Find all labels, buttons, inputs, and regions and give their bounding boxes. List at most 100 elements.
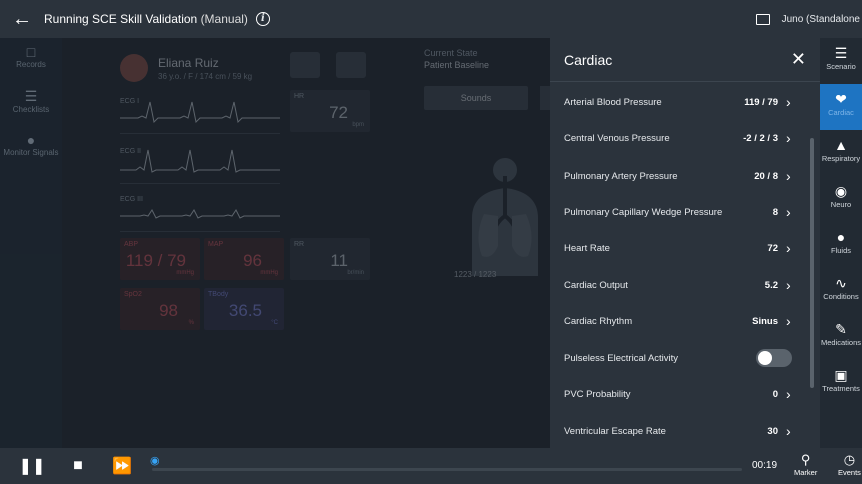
map-value: 96 (243, 251, 262, 270)
monitor-signals-icon: ● (26, 132, 36, 148)
chevron-right-icon: › (786, 168, 791, 184)
top-bar: ← Running SCE Skill Validation (Manual) … (0, 0, 862, 38)
row-pcwp[interactable]: Pulmonary Capillary Wedge Pressure 8 › (550, 194, 810, 230)
rr-label: RR (294, 241, 305, 248)
checklist-icon: ☰ (24, 88, 38, 104)
info-icon[interactable]: i (255, 12, 270, 26)
chevron-right-icon: › (786, 386, 791, 402)
fast-forward-icon[interactable]: ⏩ (104, 456, 140, 476)
body-lungs-icon (472, 158, 538, 276)
timeline-track[interactable] (152, 468, 742, 471)
row-value: 8 (772, 206, 778, 218)
marker-button[interactable]: ⚲ Marker (794, 452, 817, 477)
marker-label: Marker (794, 468, 818, 477)
row-pulmonary-artery-pressure[interactable]: Pulmonary Artery Pressure 20 / 8 › (550, 158, 810, 194)
layout-button[interactable] (290, 52, 320, 78)
nav-treatments[interactable]: ▣ Treatments (820, 360, 862, 406)
close-icon[interactable]: ✕ (791, 49, 806, 70)
rr-box[interactable]: RR 11 br/min (290, 238, 370, 280)
row-pvc-probability[interactable]: PVC Probability 0 › (550, 376, 810, 412)
drop-icon: ● (836, 229, 846, 245)
stop-icon[interactable]: ■ (60, 457, 96, 475)
row-cardiac-rhythm[interactable]: Cardiac Rhythm Sinus › (550, 303, 810, 339)
spo2-box[interactable]: SpO2 98 % (120, 288, 200, 330)
panel-scrollbar[interactable] (810, 138, 814, 388)
tbody-box[interactable]: TBody 36.5 °C (204, 288, 284, 330)
row-label: Pulmonary Artery Pressure (564, 170, 678, 182)
sounds-button[interactable]: Sounds (424, 86, 528, 110)
row-value: Sinus (752, 315, 778, 327)
patient-header: Eliana Ruiz 36 y.o. / F / 174 cm / 59 kg (120, 54, 252, 82)
row-value: 20 / 8 (754, 170, 778, 182)
row-value: 5.2 (764, 279, 778, 291)
screen-icon[interactable] (755, 13, 770, 25)
map-box[interactable]: MAP 96 mmHg (204, 238, 284, 280)
row-heart-rate[interactable]: Heart Rate 72 › (550, 230, 810, 266)
row-ventricular-escape-rate[interactable]: Ventricular Escape Rate 30 › (550, 413, 810, 449)
nav-cardiac[interactable]: ❤ Cardiac (820, 84, 862, 130)
ecg-lead-3: ECG III (120, 188, 280, 232)
pill-icon: ✎ (835, 321, 847, 337)
nav-conditions-label: Conditions (823, 292, 859, 301)
row-label: Heart Rate (564, 242, 610, 254)
pea-toggle[interactable] (756, 349, 792, 367)
pause-icon[interactable]: ❚❚ (14, 456, 50, 476)
treatment-icon: ▣ (834, 367, 848, 383)
spo2-unit: % (188, 320, 194, 326)
row-value: 0 (772, 388, 778, 400)
list-icon: ☰ (834, 45, 848, 61)
abp-box[interactable]: ABP 119 / 79 mmHg (120, 238, 200, 280)
nav-scenario[interactable]: ☰ Scenario (820, 38, 862, 84)
nav-medications[interactable]: ✎ Medications (820, 314, 862, 360)
pulse-icon: ∿ (835, 275, 847, 291)
clipboard-icon: □ (26, 44, 36, 60)
frame-counter: 1223 / 1223 (454, 270, 497, 279)
chevron-right-icon: › (786, 240, 791, 256)
nav-respiratory[interactable]: ▲ Respiratory (820, 130, 862, 176)
mute-button[interactable] (336, 52, 366, 78)
cardiac-panel: Cardiac ✕ Arterial Blood Pressure 119 / … (550, 38, 820, 448)
nav-checklists[interactable]: ☰ Checklists (0, 82, 62, 126)
abp-label: ABP (124, 241, 139, 248)
abp-value: 119 / 79 (125, 251, 186, 270)
events-button[interactable]: ◷ Events (838, 452, 861, 477)
heart-icon: ❤ (835, 91, 847, 107)
row-label: Cardiac Output (564, 279, 628, 291)
nav-fluids[interactable]: ● Fluids (820, 222, 862, 268)
row-central-venous-pressure[interactable]: Central Venous Pressure -2 / 2 / 3 › (550, 120, 810, 156)
row-label: Cardiac Rhythm (564, 315, 633, 327)
left-nav: □ Records ☰ Checklists ● Monitor Signals (0, 38, 62, 448)
row-value: 72 (767, 242, 778, 254)
scenario-name: Skill Validation (120, 12, 198, 26)
nav-records[interactable]: □ Records (0, 38, 62, 82)
mode-label: (Manual) (200, 12, 248, 26)
map-pin-icon: ⚲ (800, 452, 811, 467)
ecg-lead-1: ECG I (120, 90, 280, 134)
brain-icon: ◉ (834, 183, 848, 199)
nav-monitor-label: Monitor Signals (3, 148, 59, 157)
timeline-marker-icon[interactable]: ◉ (150, 454, 160, 467)
map-label: MAP (208, 241, 224, 248)
rr-value: 11 (330, 251, 348, 270)
back-arrow-icon[interactable]: ← (0, 8, 44, 31)
spo2-value: 98 (159, 301, 178, 320)
hr-box[interactable]: HR 72 bpm (290, 90, 370, 132)
nav-conditions[interactable]: ∿ Conditions (820, 268, 862, 314)
clock-icon: ◷ (843, 452, 856, 467)
avatar (120, 54, 148, 82)
row-arterial-blood-pressure[interactable]: Arterial Blood Pressure 119 / 79 › (550, 84, 810, 120)
nav-neuro[interactable]: ◉ Neuro (820, 176, 862, 222)
row-label: Pulseless Electrical Activity (564, 352, 679, 364)
toggle-knob (758, 351, 772, 365)
tbody-unit: °C (271, 320, 278, 326)
nav-cardiac-label: Cardiac (828, 108, 854, 117)
lungs-icon: ▲ (834, 137, 848, 153)
device-label: Juno (Standalone (781, 13, 860, 25)
nav-monitor-signals[interactable]: ● Monitor Signals (0, 126, 62, 170)
row-cardiac-output[interactable]: Cardiac Output 5.2 › (550, 267, 810, 303)
patient-details: 36 y.o. / F / 174 cm / 59 kg (158, 71, 253, 81)
nav-neuro-label: Neuro (830, 200, 852, 209)
tbody-value: 36.5 (228, 301, 262, 320)
running-label: Running SCE (44, 12, 117, 26)
nav-medications-label: Medications (820, 338, 862, 347)
